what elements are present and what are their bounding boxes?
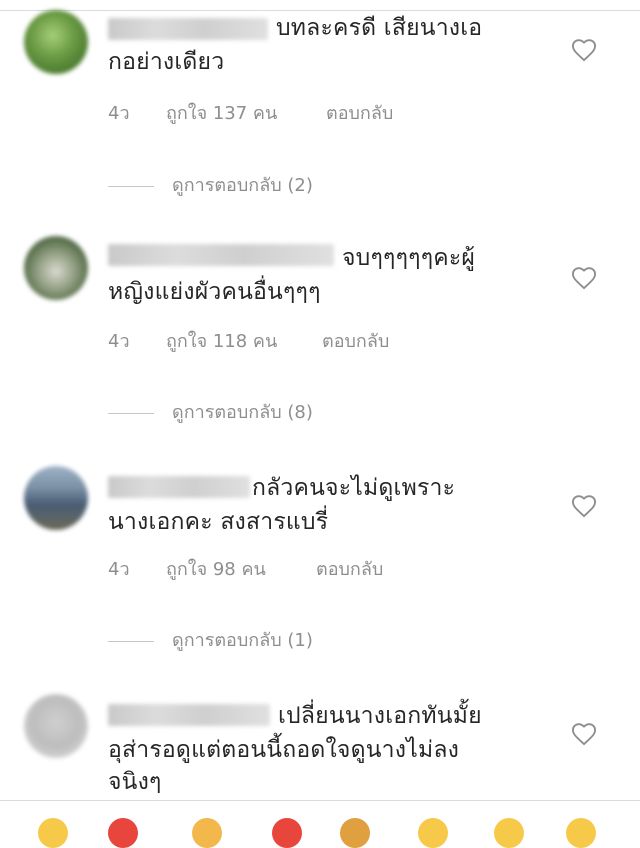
reply-button[interactable]: ตอบกลับ bbox=[326, 98, 393, 127]
comment-time: 4ว bbox=[108, 559, 130, 580]
comment-time: 4ว bbox=[108, 103, 130, 124]
view-replies-button[interactable]: ดูการตอบกลับ (2) bbox=[108, 170, 313, 199]
avatar[interactable] bbox=[24, 466, 88, 530]
like-count[interactable]: ถูกใจ 98 คน bbox=[166, 554, 266, 583]
emoji-icon[interactable] bbox=[340, 818, 370, 848]
emoji-icon[interactable] bbox=[494, 818, 524, 848]
reply-button[interactable]: ตอบกลับ bbox=[316, 554, 383, 583]
view-replies-label: ดูการตอบกลับ (2) bbox=[172, 175, 313, 196]
comment-text-line: กลัวคนจะไม่ดูเพราะ bbox=[252, 475, 456, 501]
like-count[interactable]: ถูกใจ 118 คน bbox=[166, 326, 277, 355]
comment-text-line: บทละครดี เสียนางเอ bbox=[276, 15, 483, 41]
emoji-icon[interactable] bbox=[566, 818, 596, 848]
replies-line bbox=[108, 185, 154, 187]
replies-line bbox=[108, 640, 154, 642]
emoji-icon[interactable] bbox=[108, 818, 138, 848]
comment-text-line: หญิงแย่งผัวคนอื่นๆๆๆ bbox=[108, 279, 321, 305]
emoji-icon[interactable] bbox=[192, 818, 222, 848]
heart-outline-icon[interactable] bbox=[570, 264, 598, 290]
comment-text-line: จบๆๆๆๆๆคะผู้ bbox=[342, 245, 476, 271]
emoji-icon[interactable] bbox=[38, 818, 68, 848]
comment-text-line: เปลี่ยนนางเอกทันมั้ย bbox=[278, 703, 482, 729]
avatar[interactable] bbox=[24, 10, 88, 74]
top-divider bbox=[0, 0, 640, 11]
reply-button[interactable]: ตอบกลับ bbox=[322, 326, 389, 355]
view-replies-button[interactable]: ดูการตอบกลับ (1) bbox=[108, 625, 313, 654]
view-replies-button[interactable]: ดูการตอบกลับ (8) bbox=[108, 397, 313, 426]
emoji-icon[interactable] bbox=[418, 818, 448, 848]
username-redacted[interactable] bbox=[108, 704, 270, 726]
like-count[interactable]: ถูกใจ 137 คน bbox=[166, 98, 277, 127]
username-redacted[interactable] bbox=[108, 244, 334, 266]
avatar[interactable] bbox=[24, 236, 88, 300]
replies-line bbox=[108, 412, 154, 414]
comments-bottom-divider bbox=[0, 800, 640, 801]
username-redacted[interactable] bbox=[108, 476, 250, 498]
comment-text-line: อุส่ารอดูแต่ตอนนี้ถอดใจดูนางไม่ลง bbox=[108, 737, 460, 763]
view-replies-label: ดูการตอบกลับ (8) bbox=[172, 402, 313, 423]
comment-text-line: นางเอกคะ สงสารแบรี่ bbox=[108, 509, 329, 535]
comment-time: 4ว bbox=[108, 331, 130, 352]
heart-outline-icon[interactable] bbox=[570, 36, 598, 62]
view-replies-label: ดูการตอบกลับ (1) bbox=[172, 630, 313, 651]
emoji-icon[interactable] bbox=[272, 818, 302, 848]
avatar[interactable] bbox=[24, 694, 88, 758]
comment-text-line: จนิงๆ bbox=[108, 769, 162, 795]
heart-outline-icon[interactable] bbox=[570, 720, 598, 746]
username-redacted[interactable] bbox=[108, 18, 268, 40]
emoji-quick-reaction-bar bbox=[0, 818, 640, 848]
comment-text-line: กอย่างเดียว bbox=[108, 49, 225, 75]
heart-outline-icon[interactable] bbox=[570, 492, 598, 518]
